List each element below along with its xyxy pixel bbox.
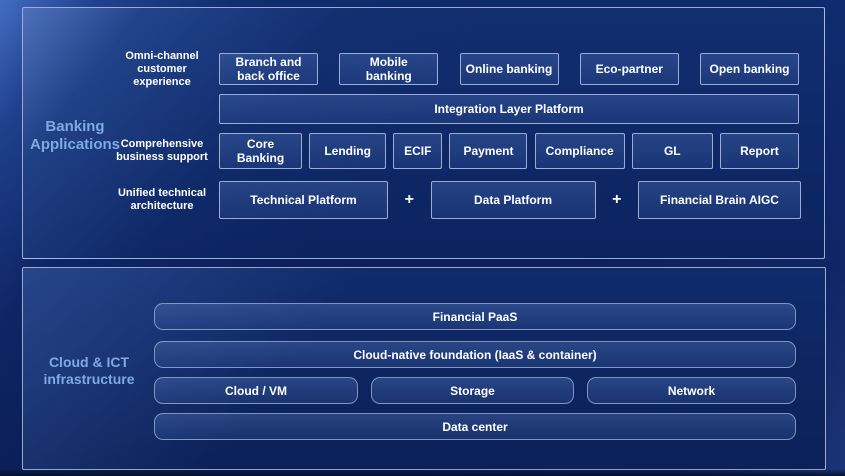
box-data-center: Data center bbox=[154, 413, 796, 440]
box-data-platform: Data Platform bbox=[431, 181, 596, 219]
box-ecif: ECIF bbox=[393, 133, 442, 169]
plus-sign: + bbox=[405, 191, 414, 209]
box-open-banking: Open banking bbox=[700, 53, 799, 85]
bottom-edge-shade bbox=[0, 469, 845, 476]
box-storage: Storage bbox=[371, 377, 574, 404]
architecture-box-row: Technical Platform + Data Platform + Fin… bbox=[219, 181, 801, 219]
integration-row: Integration Layer Platform bbox=[219, 94, 799, 124]
box-online-banking: Online banking bbox=[460, 53, 559, 85]
box-integration-layer-platform: Integration Layer Platform bbox=[219, 94, 799, 124]
row-label-omni-channel: Omni-channel customer experience bbox=[107, 50, 217, 89]
box-technical-platform: Technical Platform bbox=[219, 181, 388, 219]
row-label-technical-architecture: Unified technical architecture bbox=[107, 187, 217, 213]
box-cloud-vm: Cloud / VM bbox=[154, 377, 358, 404]
box-eco-partner: Eco-partner bbox=[580, 53, 679, 85]
box-financial-paas: Financial PaaS bbox=[154, 303, 796, 330]
channel-box-row: Branch and back office Mobile banking On… bbox=[219, 53, 799, 85]
banking-applications-panel: Banking Applications Omni-channel custom… bbox=[22, 7, 825, 259]
box-network: Network bbox=[587, 377, 796, 404]
architecture-diagram: Banking Applications Omni-channel custom… bbox=[0, 0, 845, 476]
box-financial-brain-aigc: Financial Brain AIGC bbox=[638, 181, 801, 219]
support-box-row: Core Banking Lending ECIF Payment Compli… bbox=[219, 133, 799, 169]
box-gl: GL bbox=[632, 133, 713, 169]
box-mobile-banking: Mobile banking bbox=[339, 53, 438, 85]
box-core-banking: Core Banking bbox=[219, 133, 302, 169]
box-payment: Payment bbox=[449, 133, 527, 169]
cloud-ict-panel: Cloud & ICT infrastructure Financial Paa… bbox=[22, 267, 826, 470]
plus-sign: + bbox=[612, 191, 621, 209]
box-lending: Lending bbox=[309, 133, 386, 169]
box-branch-back-office: Branch and back office bbox=[219, 53, 318, 85]
box-compliance: Compliance bbox=[535, 133, 625, 169]
row-label-business-support: Comprehensive business support bbox=[107, 138, 217, 164]
box-report: Report bbox=[720, 133, 799, 169]
cloud-panel-title: Cloud & ICT infrastructure bbox=[33, 354, 145, 388]
box-cloud-native-foundation: Cloud-native foundation (IaaS & containe… bbox=[154, 341, 796, 368]
